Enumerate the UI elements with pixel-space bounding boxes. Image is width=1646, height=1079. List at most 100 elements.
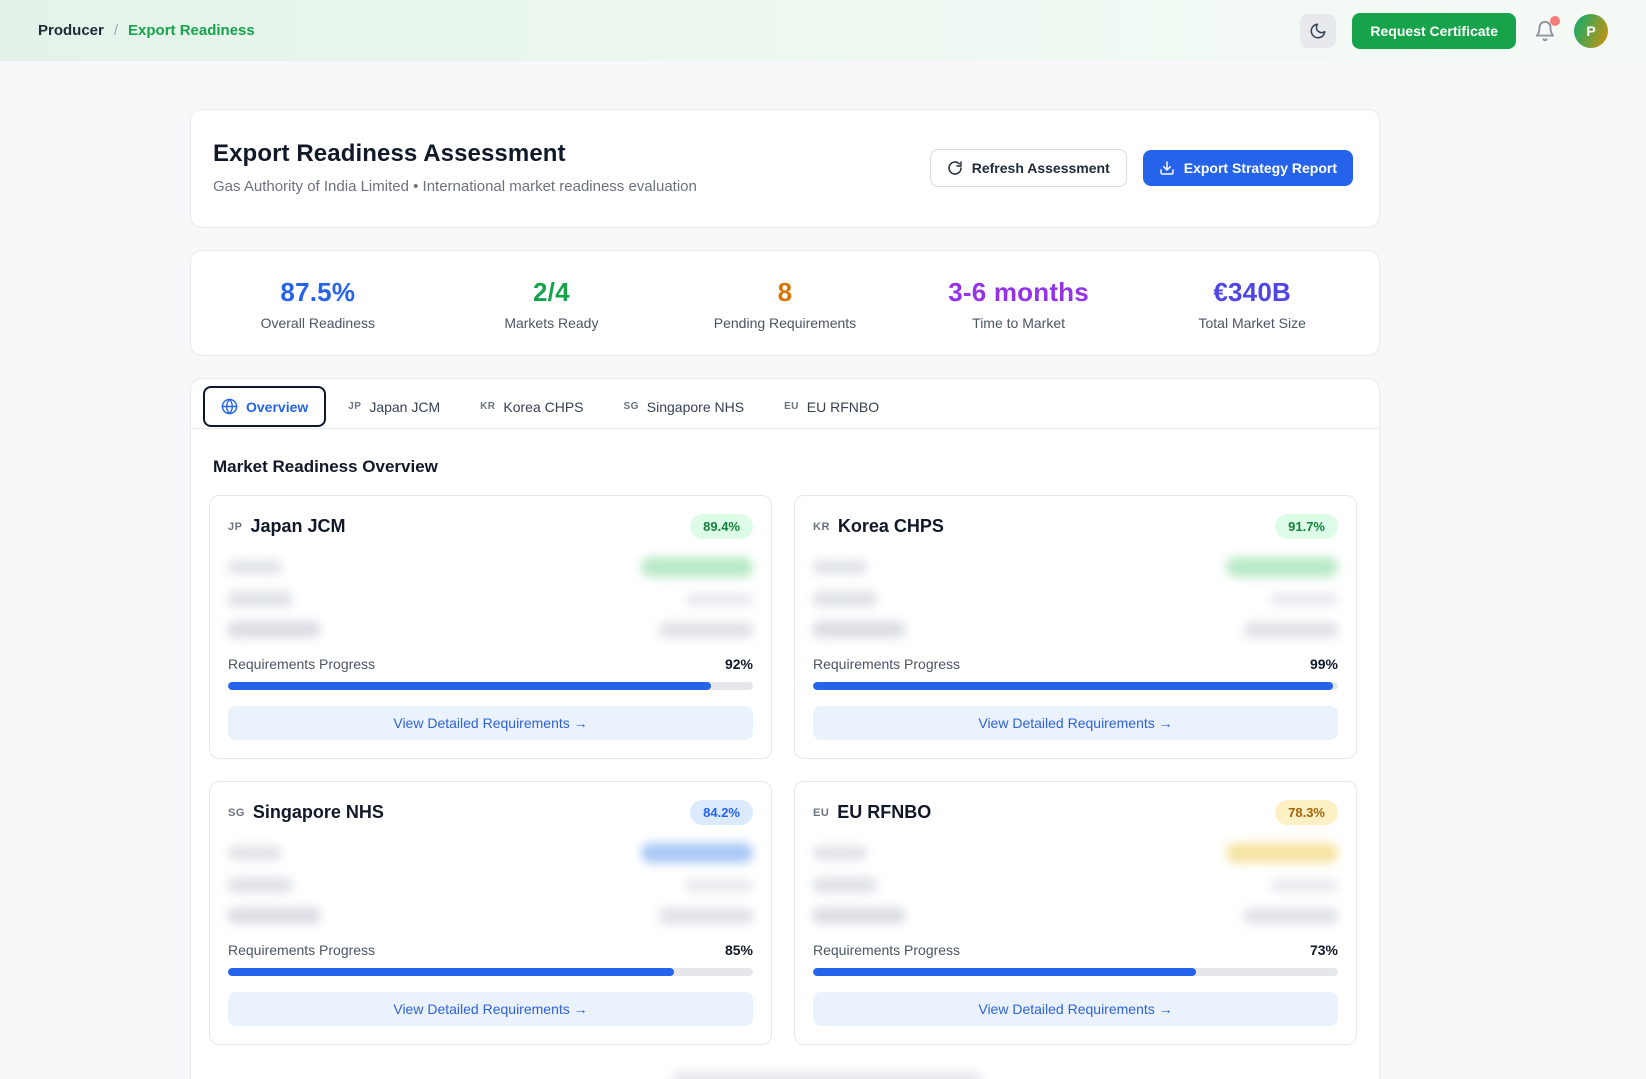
tab-label: EU RFNBO	[807, 399, 879, 415]
progress-label: Requirements Progress	[228, 942, 375, 958]
avatar[interactable]: P	[1574, 14, 1608, 48]
refresh-assessment-button[interactable]: Refresh Assessment	[930, 149, 1127, 187]
redacted-label	[228, 591, 292, 607]
tab-label: Singapore NHS	[647, 399, 744, 415]
stat-value: 8	[668, 277, 902, 308]
market-tabs: Overview JP Japan JCM KR Korea CHPS SG S…	[191, 379, 1379, 429]
page-title: Export Readiness Assessment	[213, 140, 697, 168]
redacted-label	[813, 591, 877, 607]
notification-badge	[1550, 16, 1560, 26]
breadcrumb: Producer / Export Readiness	[38, 22, 255, 39]
view-detailed-requirements-button[interactable]: View Detailed Requirements →	[813, 992, 1338, 1026]
redacted-details	[813, 843, 1338, 924]
stat-label: Time to Market	[902, 315, 1136, 331]
market-prefix: KR	[813, 521, 830, 533]
breadcrumb-section[interactable]: Producer	[38, 22, 104, 39]
redacted-details	[228, 843, 753, 924]
dark-mode-toggle[interactable]	[1300, 14, 1336, 48]
tab-korea-chps[interactable]: KR Korea CHPS	[462, 387, 601, 427]
progress-percent: 73%	[1310, 942, 1338, 958]
score-badge: 78.3%	[1275, 800, 1338, 825]
score-badge: 84.2%	[690, 800, 753, 825]
tab-label: Overview	[246, 399, 308, 415]
tab-singapore-nhs[interactable]: SG Singapore NHS	[606, 387, 763, 427]
market-name: Japan JCM	[250, 516, 345, 537]
tab-japan-jcm[interactable]: JP Japan JCM	[330, 387, 458, 427]
progress-bar	[813, 682, 1338, 690]
progress-bar-fill	[813, 682, 1333, 690]
market-prefix: SG	[228, 807, 245, 819]
progress-bar-fill	[228, 682, 711, 690]
stat-label: Total Market Size	[1135, 315, 1369, 331]
view-detailed-requirements-button[interactable]: View Detailed Requirements →	[813, 706, 1338, 740]
redacted-value	[1270, 879, 1338, 892]
request-certificate-button[interactable]: Request Certificate	[1352, 13, 1516, 49]
market-card-singapore-nhs: SG Singapore NHS 84.2% Requirements Prog…	[209, 781, 772, 1045]
redacted-value	[659, 908, 753, 924]
progress-bar	[228, 968, 753, 976]
view-detailed-requirements-button[interactable]: View Detailed Requirements →	[228, 706, 753, 740]
refresh-icon	[947, 160, 963, 176]
tab-prefix: EU	[784, 401, 799, 412]
redacted-value	[1244, 908, 1338, 924]
market-name: Korea CHPS	[838, 516, 944, 537]
stats-summary: 87.5% Overall Readiness 2/4 Markets Read…	[190, 250, 1380, 356]
export-strategy-report-button[interactable]: Export Strategy Report	[1143, 150, 1353, 186]
redacted-label	[813, 560, 867, 574]
market-card-eu-rfnbo: EU EU RFNBO 78.3% Requirements Progress …	[794, 781, 1357, 1045]
stat-time-to-market: 3-6 months Time to Market	[902, 277, 1136, 331]
progress-bar-fill	[228, 968, 674, 976]
title-card: Export Readiness Assessment Gas Authorit…	[190, 109, 1380, 228]
progress-percent: 85%	[725, 942, 753, 958]
progress-bar	[813, 968, 1338, 976]
market-card-korea-chps: KR Korea CHPS 91.7% Requirements Progres…	[794, 495, 1357, 759]
notifications-button[interactable]	[1532, 18, 1558, 44]
progress-label: Requirements Progress	[813, 656, 960, 672]
view-detailed-requirements-button[interactable]: View Detailed Requirements →	[228, 992, 753, 1026]
redacted-label	[228, 907, 320, 924]
progress-label: Requirements Progress	[228, 656, 375, 672]
moon-icon	[1309, 22, 1327, 40]
redacted-details	[813, 557, 1338, 638]
stat-value: 2/4	[435, 277, 669, 308]
stat-pending-requirements: 8 Pending Requirements	[668, 277, 902, 331]
market-card-japan-jcm: JP Japan JCM 89.4% Requirements Progress…	[209, 495, 772, 759]
redacted-value	[641, 843, 753, 863]
tab-overview[interactable]: Overview	[203, 386, 326, 427]
redacted-value	[1226, 843, 1338, 863]
tab-prefix: JP	[348, 401, 361, 412]
top-header: Producer / Export Readiness Request Cert…	[0, 0, 1646, 61]
market-prefix: EU	[813, 807, 829, 819]
redacted-label	[228, 877, 292, 893]
stat-label: Overall Readiness	[201, 315, 435, 331]
stat-value: 3-6 months	[902, 277, 1136, 308]
progress-bar-fill	[813, 968, 1196, 976]
stat-markets-ready: 2/4 Markets Ready	[435, 277, 669, 331]
progress-label: Requirements Progress	[813, 942, 960, 958]
section-heading: Market Readiness Overview	[191, 429, 1379, 477]
globe-icon	[221, 398, 238, 415]
redacted-value	[1226, 557, 1338, 577]
score-badge: 91.7%	[1275, 514, 1338, 539]
stat-label: Pending Requirements	[668, 315, 902, 331]
redacted-section-partial	[671, 1073, 981, 1079]
redacted-value	[641, 557, 753, 577]
download-icon	[1159, 160, 1175, 176]
stat-value: 87.5%	[201, 277, 435, 308]
export-strategy-report-label: Export Strategy Report	[1184, 160, 1337, 176]
tab-prefix: SG	[624, 401, 639, 412]
redacted-label	[813, 621, 905, 638]
redacted-details	[228, 557, 753, 638]
market-name: EU RFNBO	[837, 802, 931, 823]
progress-bar	[228, 682, 753, 690]
stat-total-market-size: €340B Total Market Size	[1135, 277, 1369, 331]
redacted-value	[685, 879, 753, 892]
breadcrumb-page[interactable]: Export Readiness	[128, 22, 255, 39]
market-name: Singapore NHS	[253, 802, 384, 823]
tab-eu-rfnbo[interactable]: EU EU RFNBO	[766, 387, 897, 427]
stat-label: Markets Ready	[435, 315, 669, 331]
redacted-label	[813, 877, 877, 893]
tab-prefix: KR	[480, 401, 495, 412]
progress-percent: 92%	[725, 656, 753, 672]
redacted-label	[813, 907, 905, 924]
